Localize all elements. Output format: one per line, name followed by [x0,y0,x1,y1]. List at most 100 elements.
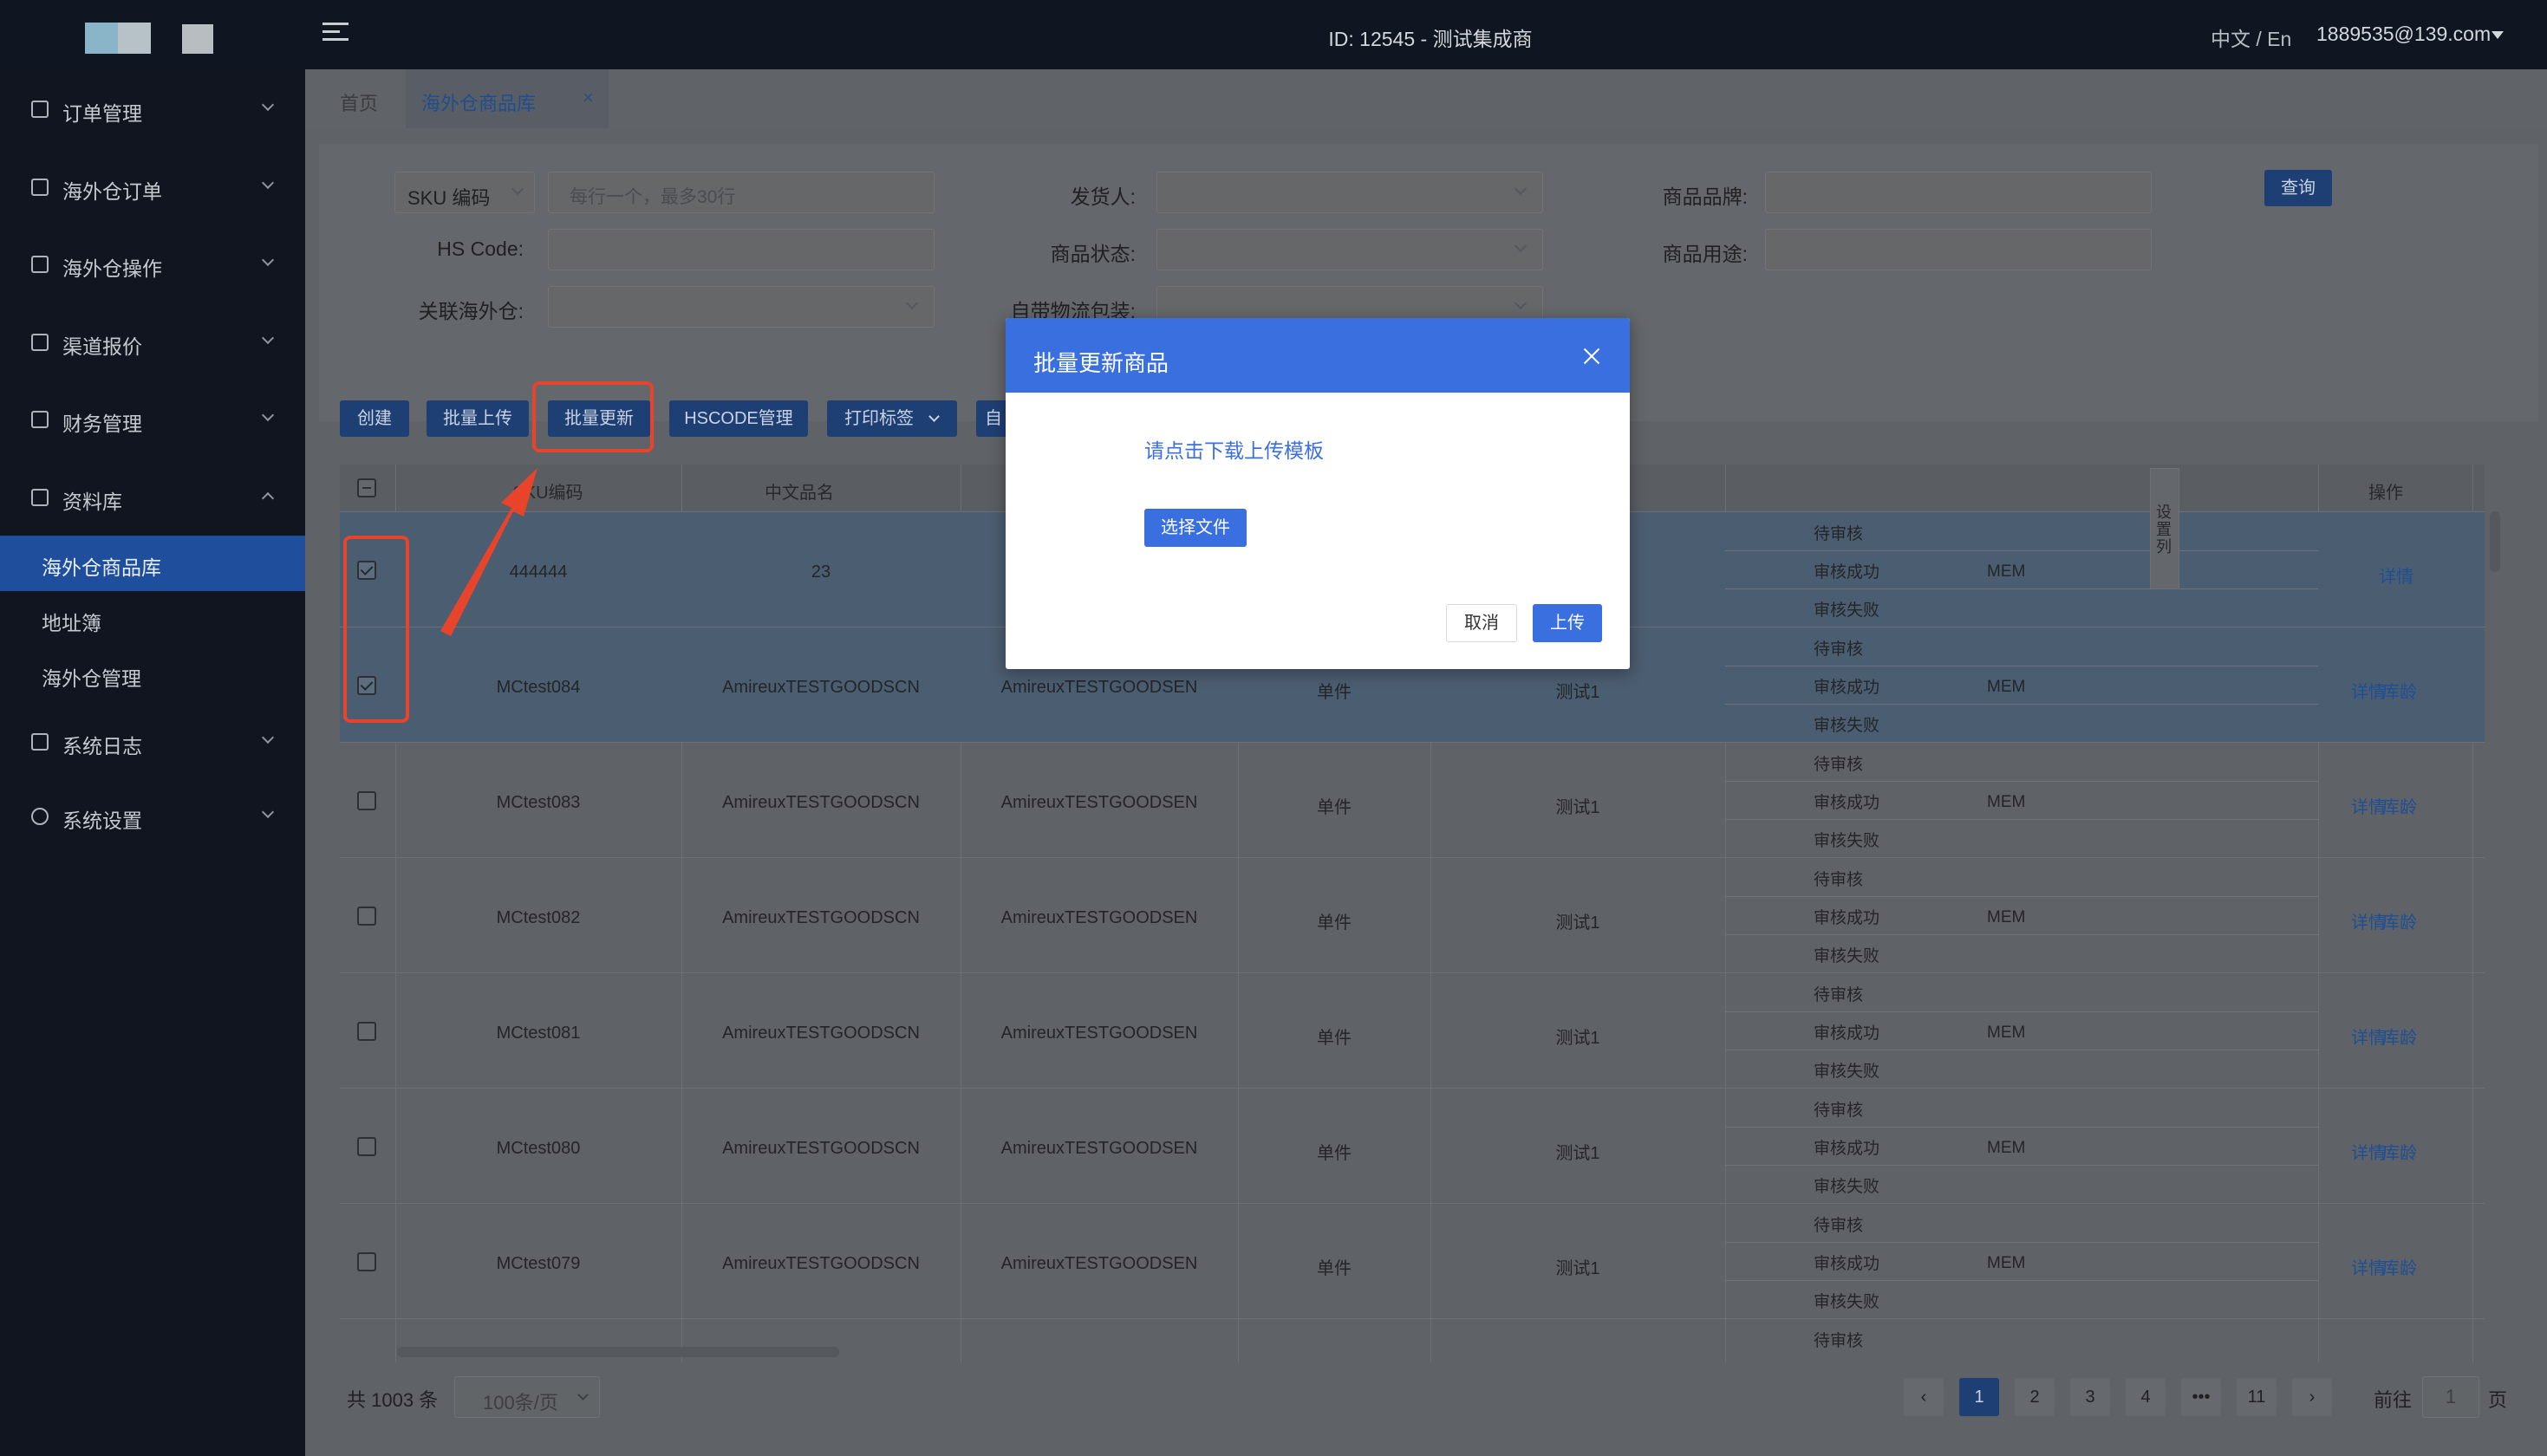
horizontal-scrollbar[interactable] [397,1347,839,1357]
brand-input[interactable] [1765,172,2152,213]
status-select[interactable] [1156,229,1543,270]
audit-status-0: 待审核 [1814,525,1864,543]
vertical-scrollbar[interactable] [2490,511,2500,572]
chevron-down-icon [261,331,275,345]
detail-link[interactable]: 详情 [2351,908,2386,933]
chevron-down-icon [261,408,275,422]
page-button-1[interactable]: 1 [1959,1378,1999,1416]
audit-status-1: 审核成功 [1814,679,1880,697]
cell-sku: MCtest080 [496,1139,581,1158]
detail-link[interactable]: 详情 [2351,1024,2386,1049]
cell-cn-name: AmireuxTESTGOODSCN [722,1139,920,1158]
cell-cn-name: AmireuxTESTGOODSCN [722,1254,920,1273]
sidebar-item-warehouse-manage[interactable]: 海外仓管理 [0,647,305,702]
choose-file-button[interactable]: 选择文件 [1144,509,1247,547]
detail-link[interactable]: 详情 [2351,678,2386,703]
table-row[interactable]: MCtest081 AmireuxTESTGOODSCN AmireuxTESTGO… [340,972,2485,1088]
cell-en-name: AmireuxTESTGOODSEN [1000,678,1198,697]
caret-down-icon[interactable] [2492,31,2504,39]
warehouse-select[interactable] [548,286,935,328]
batch-update-dialog: 批量更新商品 请点击下载上传模板 选择文件 取消 上传 [1006,318,1630,669]
usage-input[interactable] [1765,229,2152,270]
stock-age-link[interactable]: 库龄 [2382,1139,2417,1164]
print-label-button[interactable]: 打印标签 [827,400,957,437]
detail-link[interactable]: 详情 [2351,1254,2386,1279]
shipper-select[interactable] [1156,172,1543,213]
cell-en-name: AmireuxTESTGOODSEN [1000,793,1198,812]
close-icon[interactable] [1583,348,1600,365]
sku-input[interactable]: 每行一个，最多30行 [548,172,935,213]
sidebar-item-system-log[interactable]: 系统日志 [0,716,305,768]
sidebar-item-finance[interactable]: 财务管理 [0,393,305,445]
hs-code-input[interactable] [548,229,935,270]
cell-brand: 测试1 [1555,798,1600,817]
stock-age-link[interactable]: 库龄 [2382,793,2417,818]
select-all-checkbox[interactable] [357,478,376,497]
page-button-11[interactable]: 11 [2237,1378,2277,1416]
audit-status-2: 审核失败 [1814,947,1880,965]
sku-type-select[interactable]: SKU 编码 [394,172,535,213]
stock-age-link[interactable]: 库龄 [2382,1254,2417,1279]
page-button-4[interactable]: 4 [2126,1378,2166,1416]
row-checkbox[interactable] [357,1022,376,1041]
hscode-manage-button[interactable]: HSCODE管理 [669,400,808,437]
batch-upload-button[interactable]: 批量上传 [427,400,529,437]
menu-toggle-icon[interactable] [322,23,349,47]
column-settings-toggle[interactable]: 设置列 [2150,468,2179,589]
logo [85,23,151,54]
create-button[interactable]: 创建 [340,400,409,437]
sidebar-item-overseas-ops[interactable]: 海外仓操作 [0,238,305,290]
detail-link[interactable]: 详情 [2351,1139,2386,1164]
sidebar-item-channel-quote[interactable]: 渠道报价 [0,316,305,368]
cell-sku: MCtest081 [496,1024,581,1043]
upload-button[interactable]: 上传 [1533,604,1602,642]
user-menu[interactable]: 1889535@139.com [2316,23,2491,46]
cell-cn-name: AmireuxTESTGOODSCN [722,1024,920,1043]
audit-status-2: 审核失败 [1814,601,1880,620]
cell-brand: 测试1 [1555,1144,1600,1163]
total-count: 共 1003 条 [347,1389,439,1411]
download-template-link[interactable]: 请点击下载上传模板 [1144,434,1324,464]
table-row[interactable]: MCtest082 AmireuxTESTGOODSCN AmireuxTESTGO… [340,857,2485,972]
annotation-arrow-icon [440,468,537,636]
stock-age-link[interactable]: 库龄 [2382,678,2417,703]
table-row[interactable]: MCtest079 AmireuxTESTGOODSCN AmireuxTESTGO… [340,1203,2485,1318]
sidebar-item-product-library[interactable]: 海外仓商品库 [0,536,305,591]
table-row[interactable]: MCtest080 AmireuxTESTGOODSCN AmireuxTESTGO… [340,1088,2485,1203]
cancel-button[interactable]: 取消 [1446,604,1517,642]
row-checkbox[interactable] [357,791,376,810]
page-button-2[interactable]: 2 [2015,1378,2055,1416]
row-checkbox[interactable] [357,1137,376,1156]
prev-page-button[interactable]: ‹ [1904,1378,1944,1416]
goto-page-input[interactable]: 1 [2422,1376,2479,1418]
page-ellipsis[interactable]: ••• [2181,1378,2221,1416]
page-size-select[interactable]: 100条/页 [454,1376,600,1418]
query-button[interactable]: 查询 [2264,170,2332,206]
tab-close-icon[interactable]: × [583,87,594,109]
sidebar-item-orders[interactable]: 订单管理 [0,83,305,135]
sidebar-item-library[interactable]: 资料库 [0,471,305,523]
tab-home[interactable]: 首页 [322,69,401,128]
language-switch[interactable]: 中文 / En [2211,23,2291,52]
page-tabs: 首页 海外仓商品库 × [305,69,2547,128]
detail-link[interactable]: 详情 [2351,793,2386,818]
cell-unit: 单件 [1317,1144,1352,1163]
cell-brand: 测试1 [1555,683,1600,702]
page-button-3[interactable]: 3 [2070,1378,2110,1416]
audit-status-0: 待审核 [1814,1332,1864,1350]
sidebar-item-settings[interactable]: 系统设置 [0,790,305,842]
stock-age-link[interactable]: 库龄 [2382,1024,2417,1049]
next-page-button[interactable]: › [2292,1378,2332,1416]
chevron-down-icon [1514,239,1528,253]
stock-age-link[interactable]: 库龄 [2382,908,2417,933]
cell-cn-name: AmireuxTESTGOODSCN [722,908,920,927]
table-row[interactable]: MCtest083 AmireuxTESTGOODSCN AmireuxTESTGO… [340,742,2485,857]
tab-product-library[interactable]: 海外仓商品库 × [406,69,609,128]
sidebar-item-address-book[interactable]: 地址簿 [0,591,305,647]
row-checkbox[interactable] [357,1252,376,1271]
cell-sku: MCtest082 [496,908,581,927]
row-checkbox[interactable] [357,907,376,926]
sidebar-item-overseas-orders[interactable]: 海外仓订单 [0,161,305,213]
detail-link[interactable]: 详情 [2379,562,2413,588]
audit-status-2: 审核失败 [1814,1178,1880,1196]
